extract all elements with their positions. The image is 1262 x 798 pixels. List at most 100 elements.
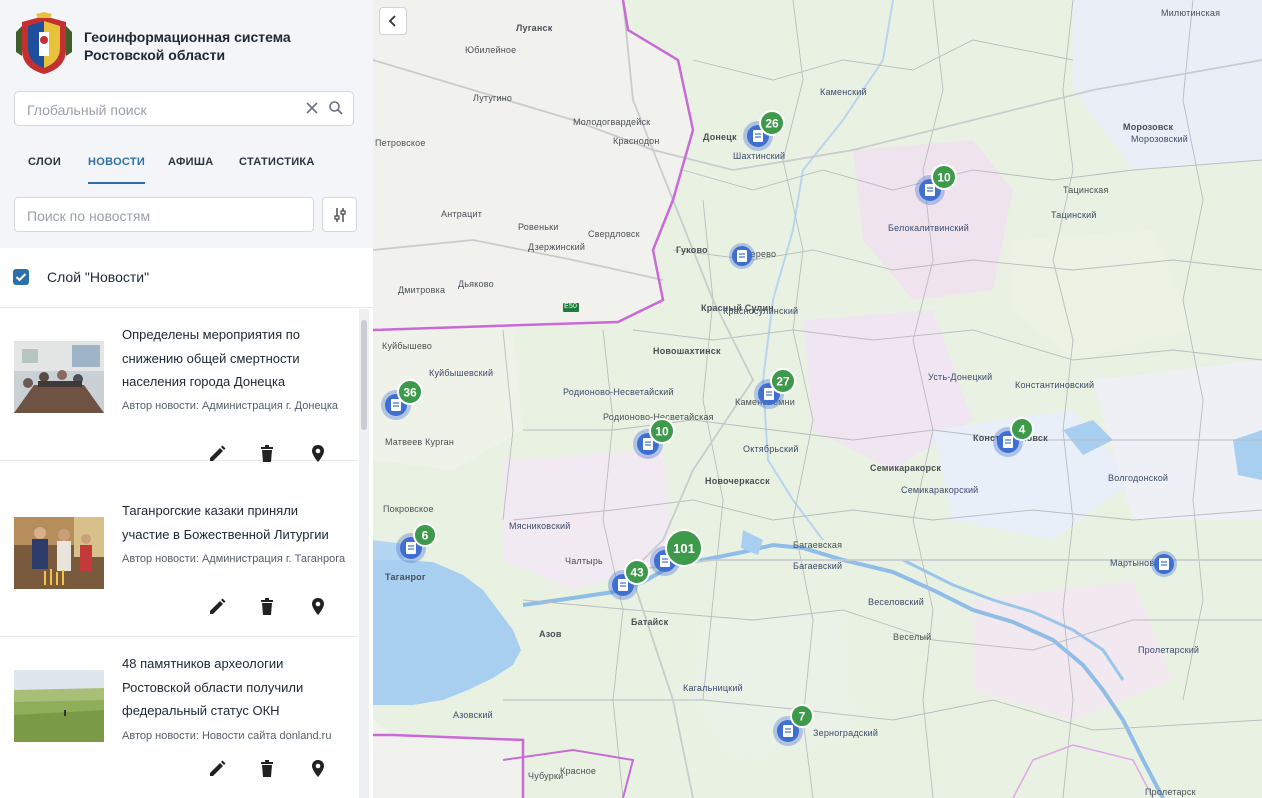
global-search <box>14 91 354 126</box>
global-search-input[interactable] <box>25 99 299 121</box>
news-author: Автор новости: Администрация г. Донецка <box>122 400 339 412</box>
map-base <box>373 0 1262 798</box>
clear-icon[interactable] <box>304 100 320 116</box>
edit-icon[interactable] <box>207 597 227 617</box>
map-label: Родионово-Несветайский <box>563 387 674 397</box>
news-search-input[interactable] <box>25 205 309 227</box>
map-label: Константиновский <box>1015 380 1095 390</box>
map-label: Ровеньки <box>518 222 559 232</box>
map-label: Кагальницкий <box>683 683 743 693</box>
map-label: Чубурки <box>528 771 564 781</box>
map-label: Лутугино <box>473 93 513 103</box>
collapse-sidebar-button[interactable] <box>379 7 407 35</box>
news-author: Автор новости: Новости сайта donland.ru <box>122 730 332 742</box>
map-label: Молодогвардейск <box>573 117 651 127</box>
tab-statistics[interactable]: СТАТИСТИКА <box>239 148 315 184</box>
cluster-count: 4 <box>1019 423 1026 437</box>
map-label: Морозовск <box>1123 122 1174 132</box>
coat-of-arms-logo <box>16 12 72 74</box>
cluster-count: 27 <box>776 375 790 389</box>
news-scrollbar-thumb[interactable] <box>361 320 367 430</box>
map-label: Дьяково <box>458 279 494 289</box>
map-label: Куйбышевский <box>429 368 494 378</box>
map-label: Чалтырь <box>565 556 603 566</box>
edit-icon[interactable] <box>207 444 227 464</box>
news-marker[interactable] <box>1149 549 1179 579</box>
cluster-count: 6 <box>422 529 429 543</box>
news-cluster-marker[interactable]: 10 <box>913 162 963 208</box>
layer-checkbox[interactable] <box>13 269 29 285</box>
news-item[interactable]: Определены мероприятия по снижению общей… <box>0 309 358 464</box>
map-label: Каменский <box>820 87 867 97</box>
cluster-count: 26 <box>765 117 779 131</box>
location-pin-icon[interactable] <box>308 759 328 779</box>
map-label: Гуково <box>676 245 708 255</box>
map-label: Тацинская <box>1063 185 1109 195</box>
cluster-count: 10 <box>655 425 669 439</box>
delete-icon[interactable] <box>257 444 277 464</box>
news-thumbnail <box>14 341 104 413</box>
news-cluster-marker[interactable]: 4 <box>991 414 1041 460</box>
map-label: Веселовский <box>868 597 924 607</box>
map-label: Красное <box>560 766 597 776</box>
news-title[interactable]: 48 памятников археологии Ростовской обла… <box>122 652 347 723</box>
map-label: Семикаракорский <box>901 485 979 495</box>
news-marker[interactable] <box>727 241 757 271</box>
checkmark-icon <box>15 273 27 282</box>
tab-events[interactable]: АФИША <box>168 148 213 184</box>
news-cluster-marker[interactable]: 6 <box>394 520 444 566</box>
delete-icon[interactable] <box>257 759 277 779</box>
news-cluster-marker[interactable]: 43 <box>606 557 656 603</box>
cluster-count: 43 <box>630 566 644 580</box>
chevron-left-icon <box>388 15 396 27</box>
map-label: Петровское <box>375 138 426 148</box>
tab-layers[interactable]: СЛОИ <box>28 148 61 184</box>
news-item[interactable]: 48 памятников археологии Ростовской обла… <box>0 638 358 798</box>
map-label: Багаевская <box>793 540 843 550</box>
filter-button[interactable] <box>322 197 357 232</box>
map-label: Луганск <box>516 23 553 33</box>
news-cluster-marker[interactable]: 27 <box>752 366 802 412</box>
app-title-line1: Геоинформационная система <box>84 29 291 45</box>
map-label: E50 <box>564 303 578 310</box>
edit-icon[interactable] <box>207 759 227 779</box>
news-cluster-marker[interactable]: 10 <box>631 416 681 462</box>
delete-icon[interactable] <box>257 597 277 617</box>
map-label: Донецк <box>703 132 737 142</box>
app-title: Геоинформационная система Ростовской обл… <box>84 28 344 64</box>
news-title[interactable]: Определены мероприятия по снижению общей… <box>122 323 347 394</box>
map-label: Белокалитвинский <box>888 223 969 233</box>
news-cluster-marker[interactable]: 26 <box>741 108 791 154</box>
news-thumbnail <box>14 517 104 589</box>
map-label: Антрацит <box>441 209 483 219</box>
news-search <box>14 197 314 232</box>
map-label: Семикаракорск <box>870 463 942 473</box>
location-pin-icon[interactable] <box>308 444 328 464</box>
news-item[interactable]: Таганрогские казаки приняли участие в Бо… <box>0 485 358 637</box>
map-view[interactable]: Луганск Юбилейное Лутугино Молодогвардей… <box>373 0 1262 798</box>
map-label: Новошахтинск <box>653 346 721 356</box>
filter-sliders-icon <box>334 208 346 222</box>
news-cluster-marker[interactable]: 7 <box>771 703 821 749</box>
map-label: Тацинский <box>1051 210 1097 220</box>
news-title[interactable]: Таганрогские казаки приняли участие в Бо… <box>122 499 347 546</box>
map-label: Юбилейное <box>465 45 517 55</box>
map-label: Веселый <box>893 632 932 642</box>
app-title-line2: Ростовской области <box>84 47 226 63</box>
map-label: Покровское <box>383 504 434 514</box>
map-label: Дзержинский <box>528 242 586 252</box>
map-label: Свердловск <box>588 229 640 239</box>
map-label: Зерноградский <box>813 728 879 738</box>
news-cluster-marker[interactable]: 101 <box>648 528 708 578</box>
news-cluster-marker[interactable]: 36 <box>379 377 429 423</box>
cluster-count: 7 <box>799 710 806 724</box>
map-label: Багаевский <box>793 561 843 571</box>
map-label: Пролетарский <box>1138 645 1200 655</box>
tab-news[interactable]: НОВОСТИ <box>88 148 146 184</box>
map-label: Краснодон <box>613 136 660 146</box>
search-icon[interactable] <box>328 100 344 116</box>
map-label: Новочеркасск <box>705 476 770 486</box>
map-label: Азов <box>539 629 562 639</box>
location-pin-icon[interactable] <box>308 597 328 617</box>
map-label: Таганрог <box>385 572 426 582</box>
